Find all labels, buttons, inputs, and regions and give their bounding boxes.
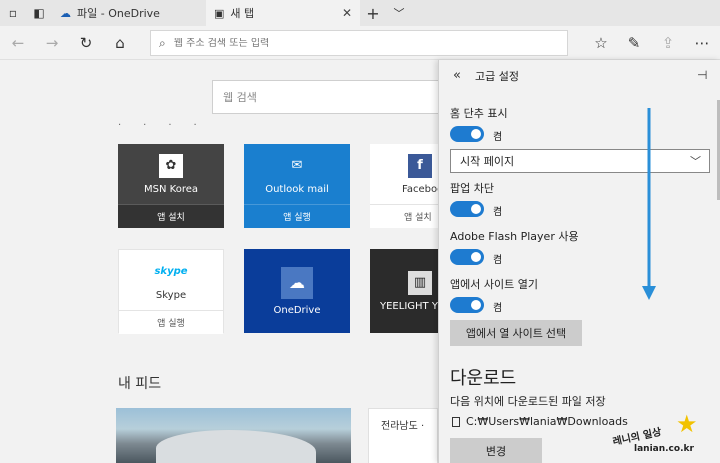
flash-label: Adobe Flash Player 사용	[450, 230, 579, 243]
new-tab-button[interactable]: +	[360, 0, 386, 26]
tile-facebook[interactable]: f Faceboo 앱 설치	[370, 144, 438, 228]
change-location-button[interactable]: 변경	[450, 438, 542, 463]
tile-action[interactable]: 앱 설치	[118, 204, 224, 228]
refresh-icon[interactable]: ↻	[74, 31, 98, 55]
home-button-toggle[interactable]	[450, 126, 484, 142]
navigation-bar: ← → ↻ ⌂ ⌕ ☆ ✎ ⇪ ⋯	[0, 26, 720, 60]
popup-block-state: 켬	[493, 207, 503, 218]
tile-name: OneDrive	[273, 304, 321, 316]
tile-name: MSN Korea	[144, 183, 198, 195]
popup-block-toggle[interactable]	[450, 201, 484, 217]
share-icon[interactable]: ⇪	[656, 31, 680, 55]
msn-butterfly-icon: ✿	[159, 153, 183, 178]
feed-image-whale[interactable]	[116, 408, 351, 463]
watermark-url: lanian.co.kr	[634, 444, 694, 454]
advanced-settings-panel: « 고급 설정 ⊣ 홈 단추 표시 켬 시작 페이지 ﹀ 팝업 차단 켬 Ado…	[438, 60, 720, 463]
downloads-heading: 다운로드	[450, 368, 517, 389]
search-icon: ⌕	[159, 35, 166, 50]
web-search-placeholder: 웹 검색	[223, 91, 257, 104]
tile-yeelight[interactable]: ▥ YEELIGHT YLD	[370, 249, 438, 333]
home-page-select[interactable]: 시작 페이지 ﹀	[450, 149, 710, 173]
back-chevron-icon[interactable]: «	[453, 68, 461, 83]
tile-name: Faceboo	[402, 183, 438, 195]
yeelight-icon: ▥	[408, 270, 432, 295]
panel-title: 고급 설정	[475, 70, 519, 83]
more-icon[interactable]: ⋯	[690, 31, 714, 55]
onedrive-icon: ☁	[281, 266, 313, 299]
favorites-icon[interactable]: ☆	[589, 31, 613, 55]
cloud-icon: ☁	[60, 6, 71, 20]
tile-action[interactable]: 앱 실행	[244, 204, 350, 228]
tile-name: YEELIGHT YLD	[380, 300, 438, 312]
tile-name: Outlook mail	[265, 183, 329, 195]
back-arrow-icon[interactable]: ←	[6, 31, 30, 55]
outlook-icon: ✉	[291, 158, 303, 173]
tile-outlook-mail[interactable]: ✉ Outlook mail 앱 실행	[244, 144, 350, 228]
set-aside-tabs-icon[interactable]: ▫	[0, 0, 26, 26]
flash-state: 켬	[493, 255, 503, 266]
new-tab-icon: ▣	[214, 6, 225, 20]
web-search-box[interactable]: 웹 검색	[212, 80, 440, 114]
pin-icon[interactable]: ⊣	[697, 68, 707, 82]
tile-onedrive[interactable]: ☁ OneDrive	[244, 249, 350, 333]
skype-icon: skype	[154, 266, 188, 277]
my-feed-heading: 내 피드	[118, 376, 162, 392]
tile-action[interactable]: 앱 설치	[370, 204, 438, 228]
close-tab-icon[interactable]: ✕	[342, 6, 352, 20]
tile-name: Skype	[155, 289, 187, 301]
save-location-label: 다음 위치에 다운로드된 파일 저장	[450, 395, 606, 408]
star-icon: ★	[676, 410, 698, 438]
tab-new-tab[interactable]: ▣ 새 탭 ✕	[206, 0, 360, 26]
tab-bar: ▫ ◧ ☁ 파일 - OneDrive ▣ 새 탭 ✕ + ﹀	[0, 0, 720, 26]
address-input[interactable]	[173, 37, 554, 49]
watermark: ★ 레니의 일상 lanian.co.kr	[606, 408, 718, 460]
open-in-apps-toggle[interactable]	[450, 297, 484, 313]
home-icon[interactable]: ⌂	[108, 31, 132, 55]
top-sites-dots: ····	[118, 120, 219, 131]
tile-msn-korea[interactable]: ✿ MSN Korea 앱 설치	[118, 144, 224, 228]
home-button-label: 홈 단추 표시	[450, 107, 508, 120]
tab-preview-chevron-icon[interactable]: ﹀	[386, 0, 412, 26]
tab-label: 새 탭	[230, 7, 255, 20]
web-note-icon[interactable]: ✎	[622, 31, 646, 55]
home-page-select-value: 시작 페이지	[460, 155, 515, 168]
flash-toggle[interactable]	[450, 249, 484, 265]
tile-action[interactable]: 앱 실행	[119, 310, 223, 334]
address-bar[interactable]: ⌕	[150, 30, 568, 56]
popup-block-label: 팝업 차단	[450, 182, 494, 195]
open-in-apps-label: 앱에서 사이트 열기	[450, 278, 538, 291]
show-aside-tabs-icon[interactable]: ◧	[26, 0, 52, 26]
facebook-icon: f	[408, 153, 432, 178]
home-button-state: 켬	[493, 132, 503, 143]
tile-skype[interactable]: skype Skype 앱 실행	[118, 249, 224, 334]
download-path: C:₩Users₩lania₩Downloads	[466, 415, 628, 428]
chevron-down-icon: ﹀	[690, 155, 701, 168]
open-in-apps-state: 켬	[493, 303, 503, 314]
folder-icon	[452, 417, 460, 427]
tab-onedrive[interactable]: ☁ 파일 - OneDrive	[52, 0, 206, 26]
tab-label: 파일 - OneDrive	[77, 7, 160, 20]
feed-card-region: 전라남도 ·	[381, 421, 425, 432]
forward-arrow-icon[interactable]: →	[40, 31, 64, 55]
feed-card[interactable]: 전라남도 ·	[368, 408, 438, 463]
scroll-down-arrow-annotation	[642, 108, 656, 300]
choose-apps-button[interactable]: 앱에서 열 사이트 선택	[450, 320, 582, 346]
